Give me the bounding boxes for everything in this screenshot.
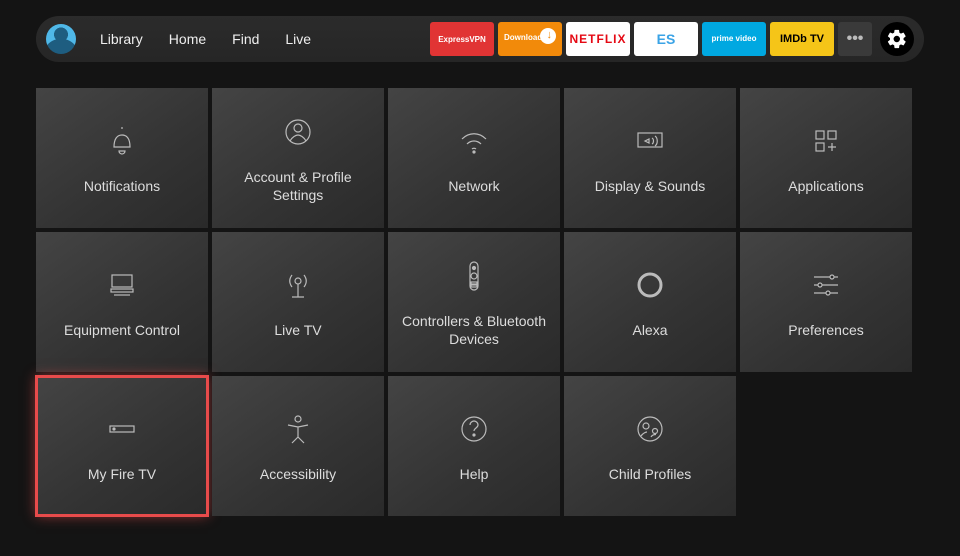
gear-icon — [886, 28, 908, 50]
top-bar: Library Home Find Live ExpressVPN Downlo… — [36, 16, 924, 62]
device-icon — [102, 409, 142, 449]
tile-account-profile[interactable]: Account & Profile Settings — [212, 88, 384, 228]
app-es-file-explorer[interactable]: ES — [634, 22, 698, 56]
tile-label: Equipment Control — [64, 321, 180, 339]
tile-label: Applications — [788, 177, 864, 195]
alexa-icon — [630, 265, 670, 305]
child-profiles-icon — [630, 409, 670, 449]
tile-label: Display & Sounds — [595, 177, 706, 195]
tile-label: Accessibility — [260, 465, 336, 483]
app-shortcuts: ExpressVPN Downloader NETFLIX ES prime v… — [430, 22, 914, 56]
nav-library[interactable]: Library — [100, 31, 143, 47]
tile-label: Notifications — [84, 177, 160, 195]
tile-label: Help — [460, 465, 489, 483]
tile-my-fire-tv[interactable]: My Fire TV — [36, 376, 208, 516]
app-netflix[interactable]: NETFLIX — [566, 22, 630, 56]
tile-label: Preferences — [788, 321, 863, 339]
tile-alexa[interactable]: Alexa — [564, 232, 736, 372]
tile-label: Alexa — [632, 321, 667, 339]
apps-icon — [806, 121, 846, 161]
nav-find[interactable]: Find — [232, 31, 259, 47]
antenna-icon — [278, 265, 318, 305]
display-icon — [630, 121, 670, 161]
settings-grid: Notifications Account & Profile Settings… — [36, 88, 912, 516]
sliders-icon — [806, 265, 846, 305]
nav: Library Home Find Live — [100, 31, 311, 47]
settings-button[interactable] — [880, 22, 914, 56]
tile-label: Child Profiles — [609, 465, 691, 483]
tile-display-sounds[interactable]: Display & Sounds — [564, 88, 736, 228]
tile-label: Network — [448, 177, 499, 195]
profile-avatar[interactable] — [46, 24, 76, 54]
tile-preferences[interactable]: Preferences — [740, 232, 912, 372]
nav-home[interactable]: Home — [169, 31, 206, 47]
accessibility-icon — [278, 409, 318, 449]
tile-equipment-control[interactable]: Equipment Control — [36, 232, 208, 372]
app-downloader[interactable]: Downloader — [498, 22, 562, 56]
tile-label: My Fire TV — [88, 465, 156, 483]
tile-help[interactable]: Help — [388, 376, 560, 516]
tile-label: Account & Profile Settings — [220, 168, 376, 204]
tile-child-profiles[interactable]: Child Profiles — [564, 376, 736, 516]
tile-accessibility[interactable]: Accessibility — [212, 376, 384, 516]
tile-live-tv[interactable]: Live TV — [212, 232, 384, 372]
tile-notifications[interactable]: Notifications — [36, 88, 208, 228]
app-expressvpn[interactable]: ExpressVPN — [430, 22, 494, 56]
equipment-icon — [102, 265, 142, 305]
bell-icon — [102, 121, 142, 161]
tile-label: Live TV — [274, 321, 321, 339]
wifi-icon — [454, 121, 494, 161]
tile-applications[interactable]: Applications — [740, 88, 912, 228]
app-more[interactable]: ••• — [838, 22, 872, 56]
app-prime-video[interactable]: prime video — [702, 22, 766, 56]
help-icon — [454, 409, 494, 449]
remote-icon — [454, 256, 494, 296]
app-imdb-tv[interactable]: IMDb TV — [770, 22, 834, 56]
tile-controllers-bluetooth[interactable]: Controllers & Bluetooth Devices — [388, 232, 560, 372]
nav-live[interactable]: Live — [285, 31, 311, 47]
profile-icon — [278, 112, 318, 152]
tile-label: Controllers & Bluetooth Devices — [396, 312, 552, 348]
tile-network[interactable]: Network — [388, 88, 560, 228]
